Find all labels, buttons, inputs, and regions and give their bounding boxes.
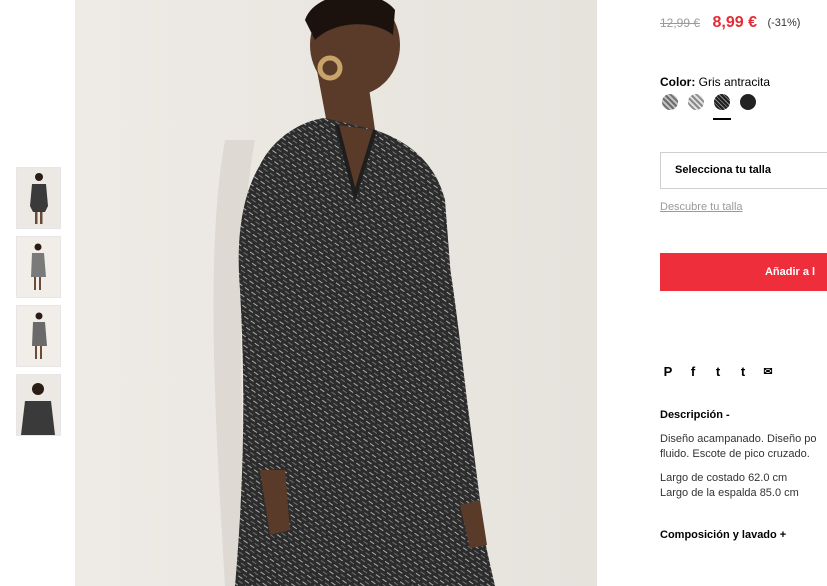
description-length-back: Largo de la espalda 85.0 cm — [660, 487, 799, 499]
discount-badge: (-31%) — [767, 17, 801, 29]
product-main-image — [75, 0, 597, 586]
size-select[interactable]: Selecciona tu talla — [660, 152, 827, 189]
composition-toggle[interactable]: Composición y lavado + — [660, 529, 786, 541]
old-price: 12,99 € — [660, 16, 701, 30]
thumbnail-1[interactable] — [16, 167, 61, 229]
pattern-swatch-dark[interactable] — [713, 94, 731, 120]
sale-price: 8,99 € — [712, 14, 757, 31]
description-toggle[interactable]: Descripción - — [660, 409, 730, 421]
color-label: Color: — [660, 75, 696, 89]
color-label-row: Color: Gris antracita — [660, 75, 770, 89]
pattern-swatch-medium[interactable] — [688, 94, 704, 110]
thumbnail-strip — [16, 167, 61, 443]
description-line-2: fluido. Escote de pico cruzado. — [660, 448, 810, 460]
tumblr-icon[interactable]: t — [737, 364, 749, 379]
color-swatches — [662, 94, 756, 120]
twitter-icon[interactable]: t — [712, 364, 724, 379]
add-to-cart-button[interactable]: Añadir a l — [660, 253, 827, 291]
product-info-panel: 12,99 € 8,99 € (-31%) Color: Gris antrac… — [660, 0, 827, 586]
price-row: 12,99 € 8,99 € (-31%) — [660, 14, 800, 32]
thumbnail-3[interactable] — [16, 305, 61, 367]
color-value: Gris antracita — [698, 75, 771, 89]
description-line-1: Diseño acampanado. Diseño po — [660, 433, 817, 445]
solid-swatch-black[interactable] — [740, 94, 756, 110]
mail-icon[interactable]: ✉ — [762, 365, 774, 378]
pattern-swatch-light[interactable] — [662, 94, 678, 110]
thumbnail-4[interactable] — [16, 374, 61, 436]
description-length-side: Largo de costado 62.0 cm — [660, 472, 788, 484]
share-icons: P f t t ✉ — [662, 364, 774, 379]
size-guide-link[interactable]: Descubre tu talla — [660, 201, 743, 213]
facebook-icon[interactable]: f — [687, 364, 699, 379]
pinterest-icon[interactable]: P — [662, 364, 674, 379]
thumbnail-2[interactable] — [16, 236, 61, 298]
